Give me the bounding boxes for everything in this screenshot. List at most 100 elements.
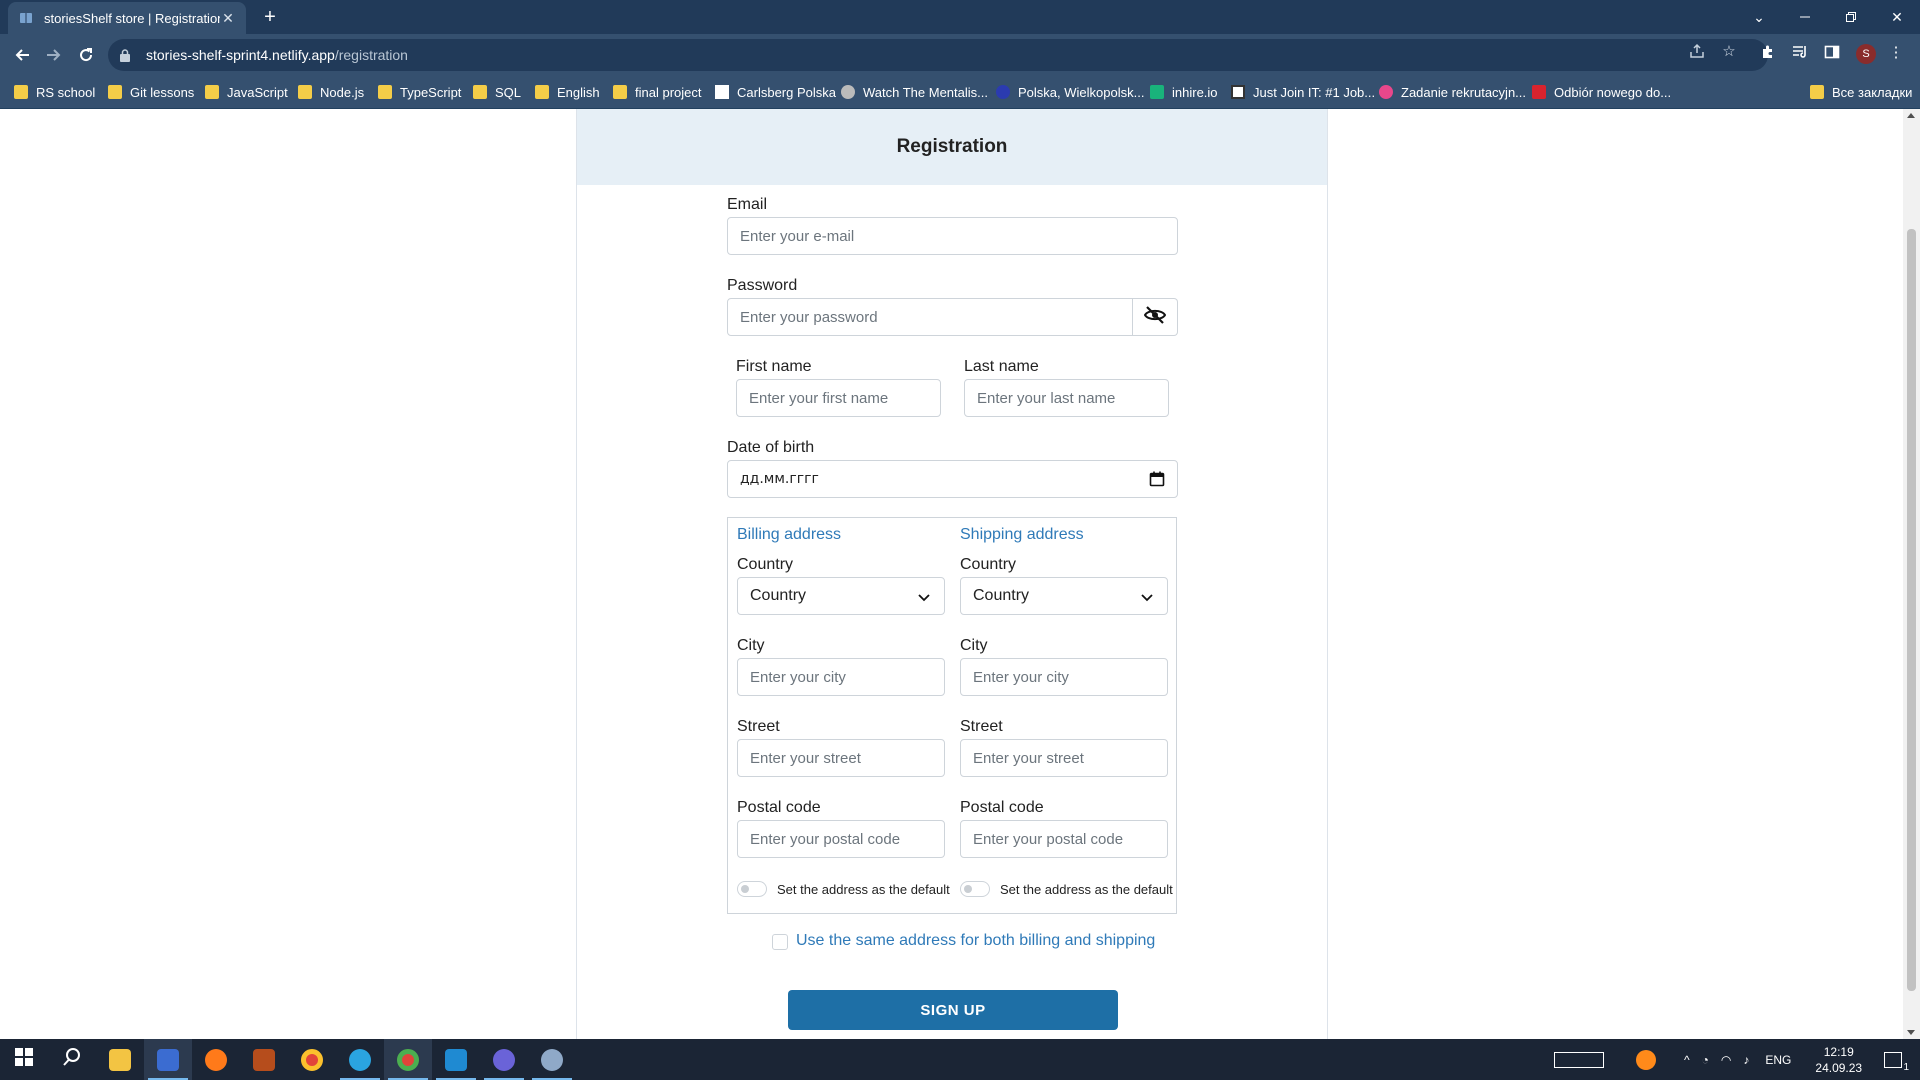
taskbar-app[interactable] bbox=[432, 1039, 480, 1080]
folder-icon bbox=[473, 85, 487, 99]
address-bar[interactable]: stories-shelf-sprint4.netlify.app/regist… bbox=[108, 39, 1768, 71]
email-input[interactable]: Enter your e-mail bbox=[727, 217, 1178, 255]
close-window-button[interactable]: ✕ bbox=[1874, 0, 1920, 34]
url-text: stories-shelf-sprint4.netlify.app/regist… bbox=[146, 47, 408, 63]
billing-city-input[interactable]: Enter your city bbox=[737, 658, 945, 696]
billing-postal-input[interactable]: Enter your postal code bbox=[737, 820, 945, 858]
dob-input[interactable]: дд.мм.гггг bbox=[727, 460, 1178, 498]
taskbar-app[interactable] bbox=[528, 1039, 576, 1080]
same-address-checkbox[interactable] bbox=[772, 934, 788, 950]
billing-country-select[interactable]: Country bbox=[737, 577, 945, 615]
billing-default-toggle[interactable] bbox=[737, 881, 767, 897]
reload-button[interactable] bbox=[74, 43, 98, 67]
shipping-default-toggle[interactable] bbox=[960, 881, 990, 897]
bookmark-star-icon[interactable]: ☆ bbox=[1720, 42, 1738, 60]
folder-icon bbox=[613, 85, 627, 99]
volume-icon[interactable]: ♪ bbox=[1743, 1053, 1749, 1067]
side-panel-icon[interactable] bbox=[1822, 42, 1842, 62]
page-scrollbar[interactable] bbox=[1903, 109, 1920, 1039]
bookmark-item[interactable]: JavaScript bbox=[205, 82, 288, 102]
bookmark-item[interactable]: final project bbox=[613, 82, 701, 102]
bookmark-item[interactable]: inhire.io bbox=[1150, 82, 1218, 102]
first-name-input[interactable]: Enter your first name bbox=[736, 379, 941, 417]
bookmark-item[interactable]: Zadanie rekrutacyjn... bbox=[1379, 82, 1526, 102]
bookmark-item[interactable]: Odbiór nowego do... bbox=[1532, 82, 1671, 102]
page-viewport: Registration Email Enter your e-mail Pas… bbox=[0, 109, 1920, 1039]
same-address-label[interactable]: Use the same address for both billing an… bbox=[796, 932, 1155, 950]
taskbar-app[interactable] bbox=[144, 1039, 192, 1080]
menu-kebab-icon[interactable]: ⋮ bbox=[1886, 42, 1906, 62]
bookmark-item[interactable]: SQL bbox=[473, 82, 521, 102]
notification-icon[interactable]: 1 bbox=[1884, 1051, 1909, 1073]
shipping-country-select[interactable]: Country bbox=[960, 577, 1168, 615]
network-icon[interactable]: ◔ bbox=[1702, 1053, 1709, 1067]
shipping-street-input[interactable]: Enter your street bbox=[960, 739, 1168, 777]
share-icon[interactable] bbox=[1688, 42, 1706, 60]
search-button[interactable] bbox=[48, 1039, 96, 1080]
calendar-icon[interactable] bbox=[1149, 471, 1165, 487]
profile-avatar[interactable]: S bbox=[1856, 44, 1876, 64]
extensions-icon[interactable] bbox=[1758, 42, 1778, 62]
windows-taskbar: ^ ◔ ◠ ♪ ENG 12:19 24.09.23 1 bbox=[0, 1039, 1920, 1080]
taskbar-app[interactable] bbox=[96, 1039, 144, 1080]
site-icon bbox=[1379, 85, 1393, 99]
bookmark-item[interactable]: Carlsberg Polska bbox=[715, 82, 836, 102]
chevron-up-icon[interactable]: ^ bbox=[1684, 1053, 1690, 1067]
scrollbar-thumb[interactable] bbox=[1907, 229, 1916, 991]
taskbar-app[interactable] bbox=[288, 1039, 336, 1080]
taskbar-app[interactable] bbox=[240, 1039, 288, 1080]
all-bookmarks[interactable]: Все закладки bbox=[1810, 82, 1912, 102]
start-button[interactable] bbox=[0, 1039, 48, 1080]
taskbar-app[interactable] bbox=[480, 1039, 528, 1080]
tab-search-icon[interactable]: ⌄ bbox=[1736, 0, 1782, 34]
wifi-icon[interactable]: ◠ bbox=[1721, 1053, 1731, 1067]
back-button[interactable] bbox=[10, 43, 34, 67]
bookmark-item[interactable]: Just Join IT: #1 Job... bbox=[1231, 82, 1375, 102]
tray-app-icon[interactable] bbox=[1636, 1049, 1656, 1070]
bookmark-item[interactable]: RS school bbox=[14, 82, 95, 102]
folder-icon bbox=[14, 85, 28, 99]
app-icon bbox=[541, 1048, 563, 1071]
media-control-icon[interactable] bbox=[1790, 42, 1810, 62]
shipping-default-label: Set the address as the default bbox=[1000, 882, 1173, 897]
bookmark-item[interactable]: Watch The Mentalis... bbox=[841, 82, 988, 102]
site-icon bbox=[1532, 85, 1546, 99]
restore-button[interactable] bbox=[1828, 0, 1874, 34]
scroll-up-icon[interactable] bbox=[1907, 113, 1915, 118]
bookmark-item[interactable]: Node.js bbox=[298, 82, 364, 102]
sign-up-button[interactable]: SIGN UP bbox=[788, 990, 1118, 1030]
battery-icon[interactable] bbox=[1554, 1051, 1604, 1068]
language-indicator[interactable]: ENG bbox=[1765, 1053, 1791, 1067]
bookmark-item[interactable]: English bbox=[535, 82, 600, 102]
bookmark-item[interactable]: Git lessons bbox=[108, 82, 194, 102]
page-title: Registration bbox=[577, 109, 1327, 185]
bookmark-item[interactable]: TypeScript bbox=[378, 82, 461, 102]
folder-icon bbox=[108, 85, 122, 99]
shipping-postal-input[interactable]: Enter your postal code bbox=[960, 820, 1168, 858]
close-tab-icon[interactable]: ✕ bbox=[220, 10, 236, 26]
toggle-password-visibility-button[interactable] bbox=[1132, 298, 1178, 336]
site-icon bbox=[1231, 85, 1245, 99]
billing-street-input[interactable]: Enter your street bbox=[737, 739, 945, 777]
chrome-icon bbox=[301, 1048, 323, 1071]
browser-toolbar: stories-shelf-sprint4.netlify.app/regist… bbox=[0, 34, 1920, 76]
site-icon bbox=[841, 85, 855, 99]
shipping-postal-label: Postal code bbox=[960, 799, 1044, 816]
taskbar-app[interactable] bbox=[384, 1039, 432, 1080]
first-name-label: First name bbox=[736, 358, 812, 375]
site-icon bbox=[1150, 85, 1164, 99]
last-name-input[interactable]: Enter your last name bbox=[964, 379, 1169, 417]
forward-button[interactable] bbox=[42, 43, 66, 67]
taskbar-app[interactable] bbox=[192, 1039, 240, 1080]
email-label: Email bbox=[727, 196, 768, 213]
browser-tab[interactable]: storiesShelf store | Registration ✕ bbox=[8, 2, 246, 34]
taskbar-app[interactable] bbox=[336, 1039, 384, 1080]
password-input[interactable]: Enter your password bbox=[727, 298, 1133, 336]
clock[interactable]: 12:19 24.09.23 bbox=[1815, 1044, 1862, 1076]
shipping-city-input[interactable]: Enter your city bbox=[960, 658, 1168, 696]
minimize-button[interactable] bbox=[1782, 0, 1828, 34]
eye-slash-icon bbox=[1143, 305, 1166, 329]
scroll-down-icon[interactable] bbox=[1907, 1030, 1915, 1035]
bookmark-item[interactable]: Polska, Wielkopolsk... bbox=[996, 82, 1144, 102]
new-tab-button[interactable]: + bbox=[258, 6, 282, 30]
